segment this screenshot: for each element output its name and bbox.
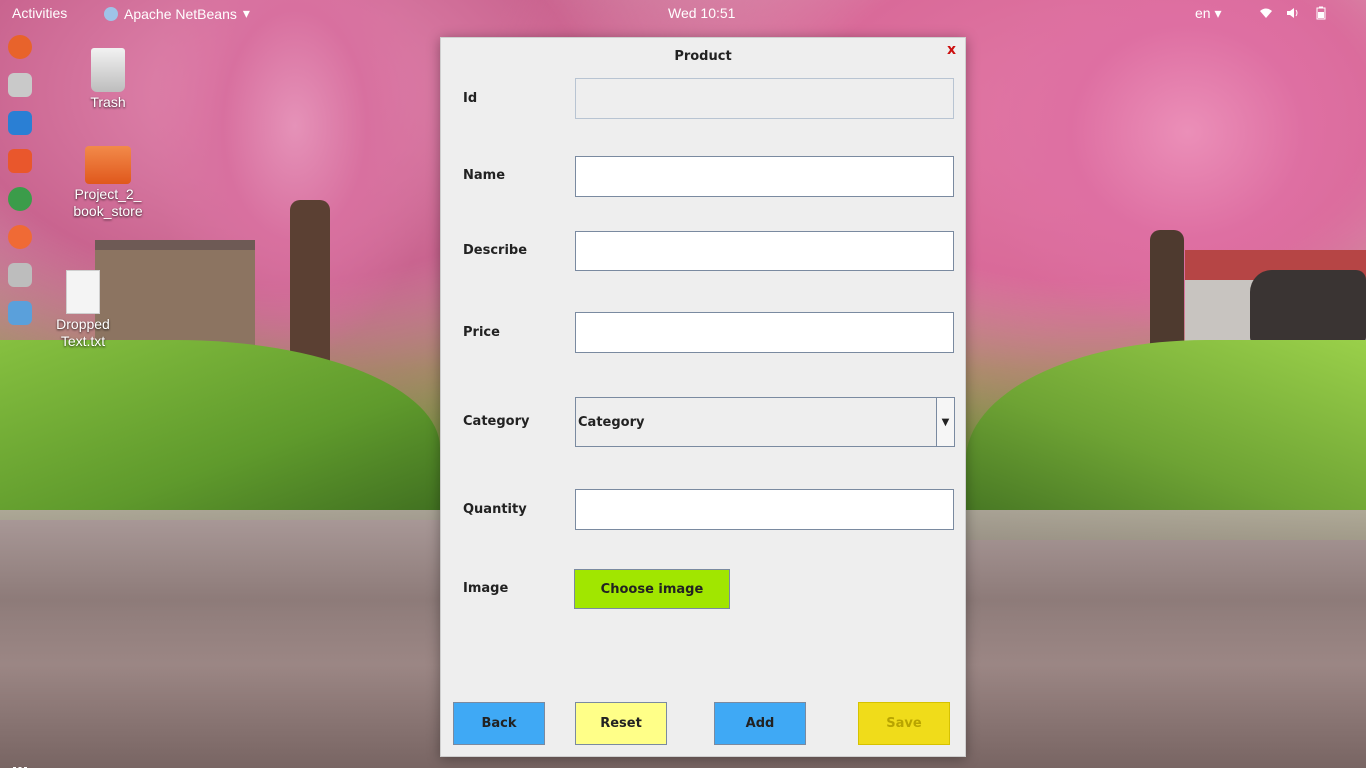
desktop-project-folder[interactable]: Project_2_ book_store [58, 146, 158, 220]
desktop-file-label-line1: Dropped [56, 316, 110, 332]
software-center-icon[interactable] [8, 149, 32, 173]
volume-icon[interactable] [1285, 6, 1299, 20]
text-file-icon [66, 270, 100, 314]
app-menu-label: Apache NetBeans [124, 5, 237, 22]
wallpaper-tree-left [150, 0, 440, 360]
desktop-text-file[interactable]: Dropped Text.txt [33, 270, 133, 350]
choose-image-button[interactable]: Choose image [574, 569, 730, 609]
postman-icon[interactable] [8, 225, 32, 249]
quantity-label: Quantity [463, 502, 527, 517]
chevron-down-icon[interactable]: ▼ [936, 398, 954, 446]
language-indicator[interactable]: en ▾ [1195, 5, 1222, 22]
battery-icon[interactable] [1314, 6, 1328, 20]
describe-label: Describe [463, 243, 528, 258]
back-button[interactable]: Back [453, 702, 545, 745]
wallpaper-house-right [1185, 255, 1366, 345]
image-label: Image [463, 581, 509, 596]
files-manager-icon[interactable] [8, 73, 32, 97]
price-field[interactable] [575, 312, 954, 353]
product-dialog: Product x Id Name Describe Price Categor… [440, 37, 966, 757]
chevron-down-icon: ▾ [1214, 5, 1222, 21]
wallpaper-roof-right [1185, 250, 1366, 280]
activities-button[interactable]: Activities [12, 5, 67, 21]
chrome-icon[interactable] [8, 187, 32, 211]
wallpaper-trunk-right [1150, 230, 1184, 380]
save-button[interactable]: Save [858, 702, 950, 745]
name-label: Name [463, 168, 506, 183]
desktop-trash[interactable]: Trash [58, 48, 158, 111]
clock[interactable]: Wed 10:51 [668, 5, 735, 21]
wallpaper-tree-right [970, 0, 1366, 330]
folder-icon [85, 146, 131, 184]
wallpaper-grass-right [966, 340, 1366, 540]
chevron-down-icon: ▾ [242, 5, 250, 21]
desktop-project-label-line1: Project_2_ [74, 186, 142, 202]
id-field[interactable] [575, 78, 954, 119]
wallpaper-car [1250, 270, 1366, 345]
name-field[interactable] [575, 156, 954, 197]
reset-button[interactable]: Reset [575, 702, 667, 745]
dialog-title: Product [674, 49, 732, 64]
desktop-file-label-line2: Text.txt [60, 333, 106, 349]
libreoffice-writer-icon[interactable] [8, 111, 32, 135]
describe-field[interactable] [575, 231, 954, 271]
price-label: Price [463, 325, 500, 340]
category-label: Category [463, 414, 530, 429]
app-menu[interactable]: Apache NetBeans ▾ [104, 5, 250, 22]
netbeans-icon[interactable] [8, 301, 32, 325]
desktop-project-label-line2: book_store [73, 203, 143, 219]
category-selected-value: Category [578, 414, 645, 430]
add-button[interactable]: Add [714, 702, 806, 745]
screenshot-icon[interactable] [8, 263, 32, 287]
wallpaper-trunk-left [290, 200, 330, 390]
quantity-field[interactable] [575, 489, 954, 530]
language-label: en [1195, 5, 1211, 21]
category-select[interactable]: Category ▼ [575, 397, 955, 447]
network-icon[interactable] [1259, 6, 1273, 20]
close-icon[interactable]: x [947, 42, 956, 58]
dock [0, 27, 40, 768]
netbeans-app-icon [104, 6, 118, 21]
desktop-trash-label: Trash [90, 94, 126, 110]
firefox-icon[interactable] [8, 35, 32, 59]
wallpaper-grass-left [0, 340, 440, 520]
id-label: Id [463, 91, 478, 106]
top-bar: Activities Apache NetBeans ▾ Wed 10:51 e… [0, 0, 1366, 27]
trash-icon [91, 48, 125, 92]
